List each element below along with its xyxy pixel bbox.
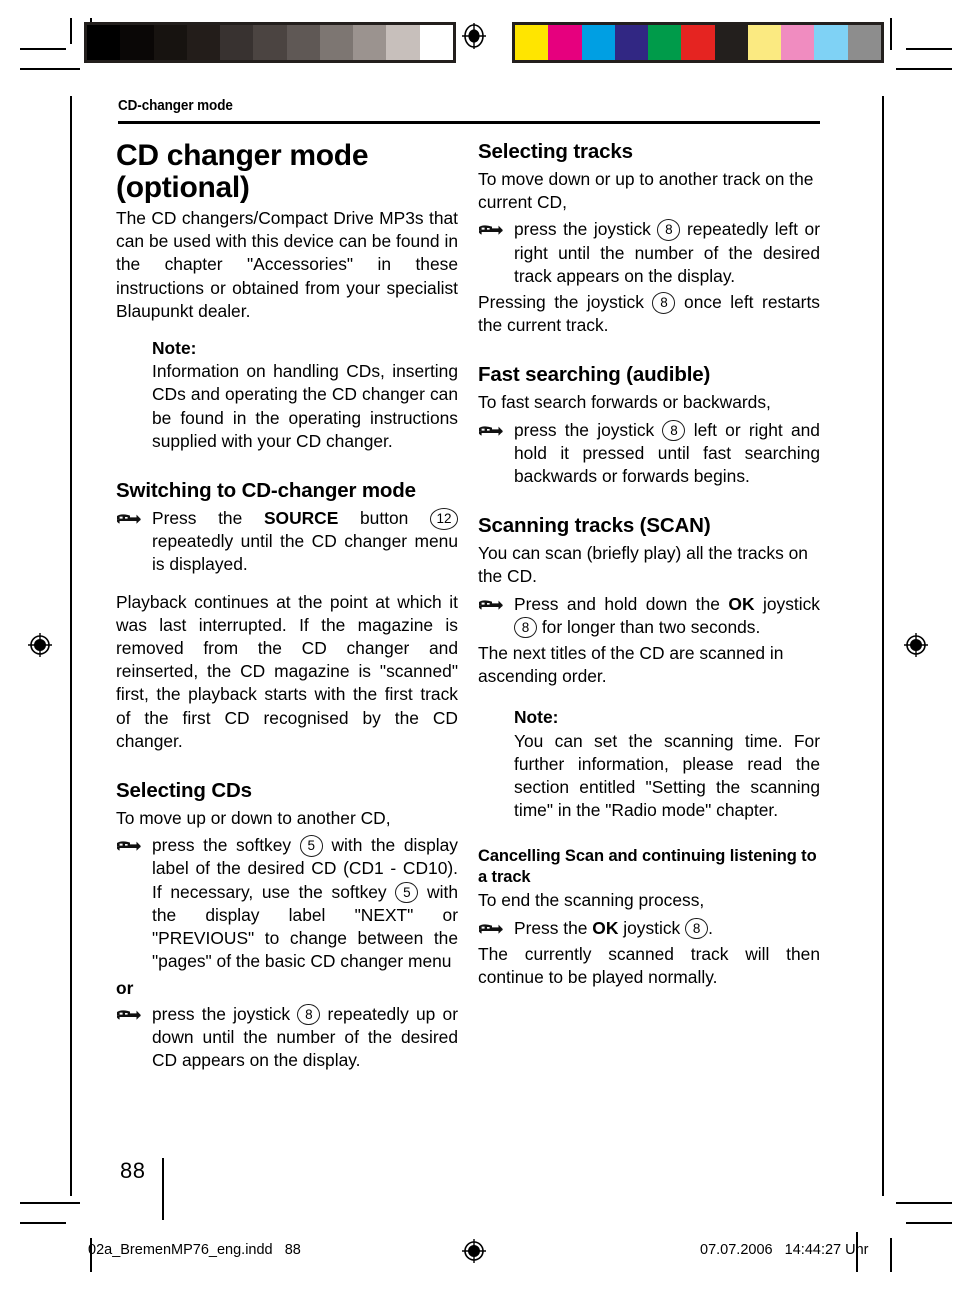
page-content: CD-changer mode CD changer mode (optiona… [0, 0, 954, 1290]
step-fast-search: press the joystick 8 left or right and h… [478, 419, 820, 489]
hand-pointer-icon [479, 599, 503, 610]
pressing-joystick-paragraph: Pressing the joystick 8 once left restar… [478, 291, 820, 337]
key-reference-8: 8 [514, 616, 537, 639]
step-press-joystick-track: press the joystick 8 repeatedly left or … [478, 218, 820, 288]
key-reference-5-first: 5 [299, 835, 323, 857]
hand-pointer-icon [479, 425, 503, 436]
source-button-label: SOURCE [263, 508, 339, 529]
slug-timestamp: 07.07.2006 14:44:27 Uhr [700, 1242, 869, 1258]
page-title-line-2: (optional) [116, 171, 250, 204]
key-reference-8: 8 [685, 917, 709, 940]
note-label: Note: [152, 338, 197, 359]
step-text-part-1: Press the [514, 917, 593, 938]
hand-pointer-icon [117, 1010, 141, 1020]
currently-scanned-paragraph: The currently scanned track will then co… [478, 943, 820, 988]
step-press-softkey: press the softkey 5 with the display lab… [116, 834, 458, 973]
step-text-part-1: press the softkey [152, 835, 300, 856]
scanning-after-paragraph: The next titles of the CD are scanned in… [478, 643, 784, 687]
key-reference-5-second: 5 [395, 881, 419, 904]
note-block-handling-cds: Note: Information on handling CDs, inser… [152, 337, 458, 453]
step-press-joystick-cd: press the joystick 8 repeatedly up or do… [116, 1003, 458, 1073]
note-label: Note: [514, 707, 559, 728]
page-number: 88 [120, 1158, 146, 1183]
hand-pointer-icon [117, 841, 141, 852]
step-text-part-3: repeatedly until the CD changer menu is … [152, 531, 458, 575]
subheading-cancelling-scan: Cancelling Scan and continuing listening… [478, 847, 817, 886]
key-reference-8: 8 [652, 292, 676, 314]
selecting-cds-intro: To move up or down to another CD, [116, 808, 391, 829]
or-label: or [116, 978, 134, 999]
page-title: CD changer mode (optional) [116, 140, 458, 204]
page-title-line-1: CD changer mode [116, 139, 369, 172]
step-press-ok-to-cancel: Press the OK joystick 8. [478, 917, 820, 940]
step-press-source-button: Press the SOURCE button 12 repeatedly un… [116, 507, 458, 577]
folio-rule [162, 1158, 164, 1220]
heading-selecting-tracks: Selecting tracks [478, 140, 633, 163]
heading-selecting-cds: Selecting CDs [116, 779, 252, 803]
heading-switching-to-cd-changer-mode: Switching to CD-changer mode [116, 479, 416, 503]
key-reference-8: 8 [657, 219, 681, 241]
cancelling-intro: To end the scanning process, [478, 890, 705, 911]
key-reference-8: 8 [297, 1003, 321, 1026]
slug-divider-rule [856, 1232, 858, 1272]
step-text-part-2: joystick [754, 593, 820, 614]
step-text-part-1: press the joystick [514, 219, 658, 240]
step-text-part-2: button [338, 508, 430, 529]
running-head: CD-changer mode [118, 98, 233, 114]
step-text-part-1: press the joystick [514, 419, 663, 440]
step-press-hold-ok: Press and hold down the OK joystick 8 fo… [478, 593, 820, 639]
key-reference-12: 12 [430, 508, 458, 530]
intro-paragraph: The CD changers/Compact Drive MP3s that … [116, 208, 458, 321]
ok-button-label: OK [728, 593, 755, 614]
header-rule [118, 121, 820, 124]
slug-filename: 02a_BremenMP76_eng.indd 88 [88, 1242, 301, 1258]
note-body: Information on handling CDs, inserting C… [152, 361, 458, 451]
step-text-part-1: press the joystick [152, 1003, 298, 1024]
hand-pointer-icon [479, 923, 503, 934]
left-column: CD changer mode (optional) The CD change… [116, 140, 458, 1072]
note-block-scanning-time: Note: You can set the scanning time. For… [514, 706, 820, 822]
right-column: Selecting tracks To move down or up to a… [478, 140, 820, 989]
scanning-intro: You can scan (briefly play) all the trac… [478, 543, 808, 587]
step-text-part-1: Press and hold down the [514, 593, 729, 614]
selecting-tracks-intro: To move down or up to another track on t… [478, 169, 814, 213]
step-text-part-3: for longer than two seconds. [537, 616, 761, 637]
step-text-part-1: Press the [152, 508, 264, 529]
fast-searching-intro: To fast search forwards or backwards, [478, 392, 771, 413]
playback-continues-paragraph: Playback continues at the point at which… [116, 591, 458, 751]
pressing-text-part-1: Pressing the joystick [478, 292, 653, 313]
hand-pointer-icon [117, 514, 141, 524]
ok-button-label: OK [592, 917, 619, 938]
note-body: You can set the scanning time. For furth… [514, 730, 820, 821]
hand-pointer-icon [479, 225, 503, 236]
step-text-part-2: joystick [618, 917, 686, 938]
step-text-part-3: . [708, 917, 713, 938]
heading-scanning-tracks: Scanning tracks (SCAN) [478, 514, 711, 538]
key-reference-8: 8 [662, 419, 686, 442]
heading-fast-searching: Fast searching (audible) [478, 363, 711, 387]
